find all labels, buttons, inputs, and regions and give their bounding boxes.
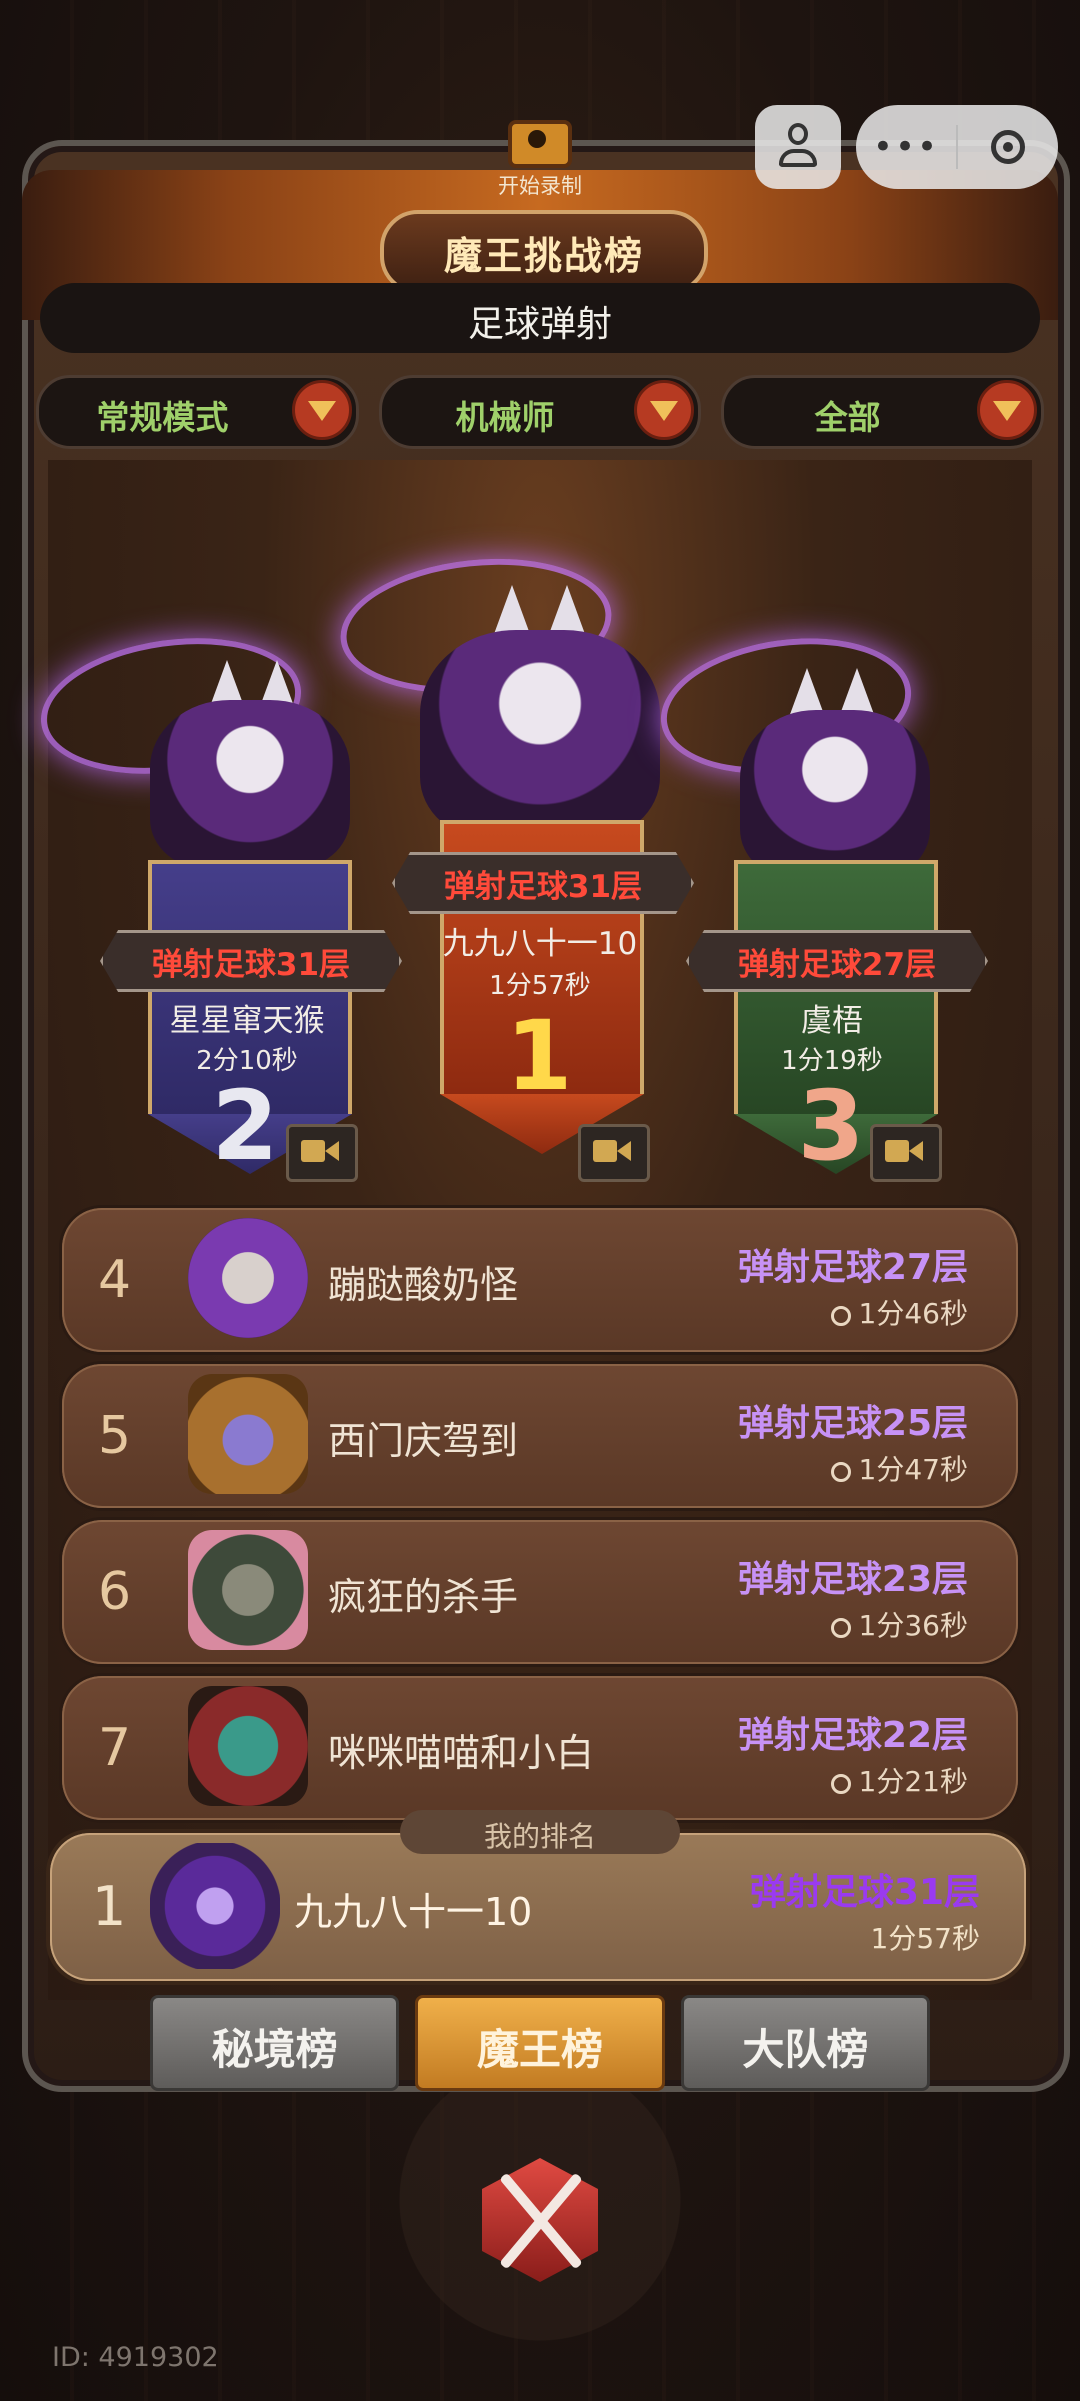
scope-dropdown-label: 全部: [814, 398, 881, 437]
player-time: 1分47秒: [830, 1448, 968, 1488]
player-name: 西门庆驾到: [328, 1419, 519, 1463]
my-time: 1分57秒: [870, 1922, 980, 1955]
chevron-down-icon: [291, 380, 352, 440]
mode-dropdown-label: 常规模式: [96, 398, 229, 437]
more-menu-icon[interactable]: •••: [856, 127, 956, 167]
clock-icon: [830, 1774, 851, 1794]
my-name: 九九八十一10: [294, 1890, 533, 1934]
my-avatar: [150, 1843, 280, 1969]
camera-icon: [508, 120, 572, 168]
player-name: 疯狂的杀手: [328, 1575, 519, 1619]
my-rank-number: 1: [92, 1875, 127, 1938]
filter-bar: 常规模式 机械师 全部: [36, 375, 1045, 449]
user-icon: [779, 123, 817, 171]
list-item[interactable]: 5 西门庆驾到 弹射足球25层 1分47秒: [62, 1364, 1018, 1508]
podium-level-ribbon-first: 弹射足球31层: [392, 852, 694, 914]
player-time: 1分21秒: [830, 1760, 968, 1800]
record-label: 开始录制: [498, 174, 582, 198]
leaderboard-tabs: 秘境榜 魔王榜 大队榜: [150, 1995, 930, 2091]
player-level: 弹射足球23层: [737, 1559, 968, 1600]
tab-demon-king[interactable]: 魔王榜: [415, 1995, 665, 2091]
podium-time-first: 1分57秒: [489, 971, 591, 1001]
player-level: 弹射足球27层: [737, 1247, 968, 1288]
replay-video-button-third[interactable]: [870, 1124, 942, 1182]
hero-avatar-third: [740, 710, 930, 880]
chevron-down-icon: [634, 380, 695, 440]
list-item[interactable]: 7 咪咪喵喵和小白 弹射足球22层 1分21秒: [62, 1676, 1018, 1820]
player-avatar: [188, 1218, 308, 1338]
podium-rank-first: 1: [505, 1000, 573, 1112]
clock-icon: [830, 1618, 851, 1638]
rank-number: 5: [98, 1406, 132, 1466]
podium-name-third: 虞梧: [801, 1003, 863, 1039]
title-plate: 魔王挑战榜: [380, 210, 708, 294]
player-level: 弹射足球25层: [737, 1403, 968, 1444]
list-item[interactable]: 4 蹦跶酸奶怪 弹射足球27层 1分46秒: [62, 1208, 1018, 1352]
podium-name-second: 星星窜天猴: [169, 1003, 325, 1039]
podium-level-ribbon-third: 弹射足球27层: [686, 930, 988, 992]
my-ranking-row[interactable]: 1 九九八十一10 弹射足球31层 1分57秒: [50, 1833, 1026, 1981]
close-button[interactable]: [472, 2152, 608, 2288]
player-avatar: [188, 1686, 308, 1806]
replay-video-button-second[interactable]: [286, 1124, 358, 1182]
replay-video-button-first[interactable]: [578, 1124, 650, 1182]
player-avatar: [188, 1374, 308, 1494]
subtitle-bar: 足球弹射: [40, 283, 1040, 353]
hero-avatar-first: [420, 630, 660, 840]
target-icon: [991, 130, 1025, 164]
exit-button[interactable]: [958, 130, 1058, 164]
list-item[interactable]: 6 疯狂的杀手 弹射足球23层 1分36秒: [62, 1520, 1018, 1664]
player-avatar: [188, 1530, 308, 1650]
mini-program-capsule: •••: [856, 105, 1058, 189]
player-time: 1分46秒: [830, 1292, 968, 1332]
class-dropdown[interactable]: 机械师: [378, 375, 702, 449]
profile-button[interactable]: [755, 105, 841, 189]
page-title: 魔王挑战榜: [443, 233, 644, 278]
record-button[interactable]: 开始录制: [476, 120, 604, 210]
tab-secret-realm[interactable]: 秘境榜: [150, 1995, 400, 2091]
hero-avatar-second: [150, 700, 350, 870]
user-id-label: ID: 4919302: [52, 2342, 219, 2373]
podium-level-ribbon-second: 弹射足球31层: [100, 930, 402, 992]
player-time: 1分36秒: [830, 1604, 968, 1644]
tab-team[interactable]: 大队榜: [680, 1995, 930, 2091]
player-name: 蹦跶酸奶怪: [328, 1263, 519, 1307]
my-level: 弹射足球31层: [749, 1872, 980, 1913]
clock-icon: [830, 1462, 851, 1482]
player-level: 弹射足球22层: [737, 1715, 968, 1756]
mode-dropdown[interactable]: 常规模式: [36, 375, 359, 449]
player-name: 咪咪喵喵和小白: [328, 1731, 595, 1775]
rank-number: 7: [98, 1718, 132, 1778]
page-subtitle: 足球弹射: [467, 304, 612, 345]
chevron-down-icon: [977, 380, 1038, 440]
scope-dropdown[interactable]: 全部: [721, 375, 1045, 449]
rank-number: 6: [98, 1562, 132, 1622]
podium-name-first: 九九八十一10: [442, 926, 638, 962]
rank-number: 4: [98, 1250, 132, 1310]
podium-rank-second: 2: [211, 1070, 279, 1182]
my-ranking-tag: 我的排名: [400, 1810, 680, 1854]
clock-icon: [830, 1306, 851, 1326]
podium-rank-third: 3: [797, 1070, 865, 1182]
class-dropdown-label: 机械师: [455, 398, 555, 437]
